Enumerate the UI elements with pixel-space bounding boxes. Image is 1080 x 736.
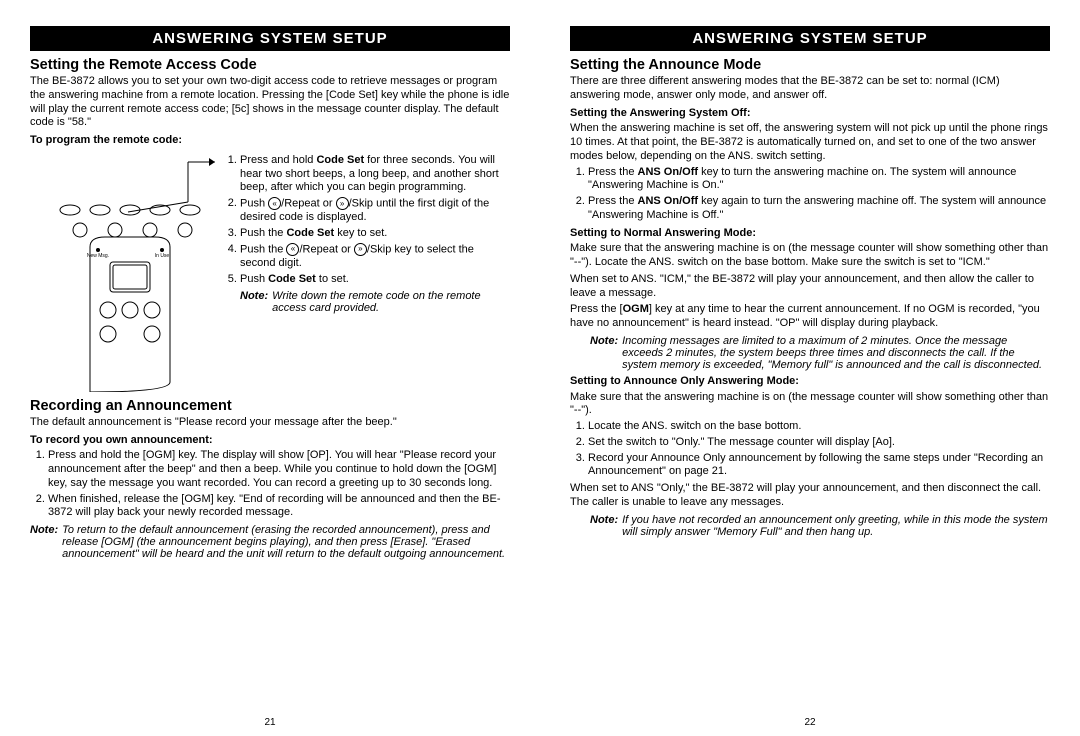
step-5: Push Code Set to set. — [240, 273, 510, 287]
section-banner: ANSWERING SYSTEM SETUP — [570, 26, 1050, 51]
off-step-2: Press the ANS On/Off key again to turn t… — [588, 195, 1050, 223]
subhead-off: Setting the Answering System Off: — [570, 107, 1050, 121]
rewind-icon: « — [286, 243, 299, 256]
off-step-1: Press the ANS On/Off key to turn the ans… — [588, 166, 1050, 194]
note-text: Incoming messages are limited to a maxim… — [622, 335, 1050, 371]
subhead-program: To program the remote code: — [30, 134, 510, 148]
ao-step-1: Locate the ANS. switch on the base botto… — [588, 420, 1050, 434]
forward-icon: » — [354, 243, 367, 256]
para-recording: The default announcement is "Please reco… — [30, 416, 510, 430]
svg-text:New Msg.: New Msg. — [87, 253, 109, 259]
step-2: Push «/Repeat or »/Skip until the first … — [240, 197, 510, 225]
rewind-icon: « — [268, 197, 281, 210]
para-normal-1: Make sure that the answering machine is … — [570, 242, 1050, 270]
page-left: ANSWERING SYSTEM SETUP Setting the Remot… — [0, 0, 540, 736]
note-label: Note: — [30, 524, 58, 560]
step-3: Push the Code Set key to set. — [240, 227, 510, 241]
note-text: To return to the default announcement (e… — [62, 524, 510, 560]
heading-announce: Setting the Announce Mode — [570, 57, 1050, 73]
note-label: Note: — [590, 335, 618, 371]
section-banner: ANSWERING SYSTEM SETUP — [30, 26, 510, 51]
forward-icon: » — [336, 197, 349, 210]
note-text: If you have not recorded an announcement… — [622, 514, 1050, 538]
step-1: Press and hold Code Set for three second… — [240, 154, 510, 195]
remote-steps: Press and hold Code Set for three second… — [220, 152, 510, 319]
note-text: Write down the remote code on the remote… — [272, 290, 510, 314]
svg-text:In Use: In Use — [155, 253, 170, 259]
note-label: Note: — [240, 290, 268, 314]
record-step-2: When finished, release the [OGM] key. "E… — [48, 493, 510, 521]
subhead-normal: Setting to Normal Answering Mode: — [570, 227, 1050, 241]
para-announce: There are three different answering mode… — [570, 75, 1050, 103]
note-label: Note: — [590, 514, 618, 538]
ao-step-3: Record your Announce Only announcement b… — [588, 452, 1050, 480]
step-4: Push the «/Repeat or »/Skip key to selec… — [240, 243, 510, 271]
page-number: 22 — [804, 717, 815, 728]
para-normal-3: Press the [OGM] key at any time to hear … — [570, 303, 1050, 331]
subhead-announce-only: Setting to Announce Only Answering Mode: — [570, 375, 1050, 389]
heading-recording: Recording an Announcement — [30, 398, 510, 414]
para-ao-2: When set to ANS "Only," the BE-3872 will… — [570, 482, 1050, 510]
para-ao: Make sure that the answering machine is … — [570, 391, 1050, 419]
record-step-1: Press and hold the [OGM] key. The displa… — [48, 449, 510, 490]
heading-remote: Setting the Remote Access Code — [30, 57, 510, 73]
device-diagram: New Msg. In Use — [30, 152, 220, 392]
para-normal-2: When set to ANS. "ICM," the BE-3872 will… — [570, 273, 1050, 301]
ao-step-2: Set the switch to "Only." The message co… — [588, 436, 1050, 450]
subhead-record: To record you own announcement: — [30, 434, 510, 448]
para-off: When the answering machine is set off, t… — [570, 122, 1050, 163]
page-number: 21 — [264, 717, 275, 728]
page-right: ANSWERING SYSTEM SETUP Setting the Annou… — [540, 0, 1080, 736]
para-remote: The BE-3872 allows you to set your own t… — [30, 75, 510, 130]
